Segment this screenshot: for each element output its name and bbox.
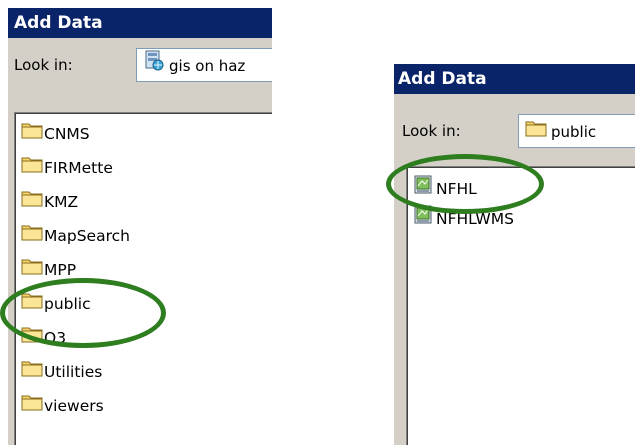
folder-label: KMZ: [44, 192, 79, 211]
dialog-title-bar: Add Data: [394, 64, 635, 94]
network-server-icon: [143, 49, 165, 81]
list-item-folder[interactable]: MPP: [21, 257, 76, 281]
look-in-label: Look in:: [14, 56, 73, 74]
folder-icon: [21, 393, 43, 418]
list-item-folder[interactable]: viewers: [21, 393, 104, 417]
folder-label: MPP: [44, 260, 77, 279]
folder-icon: [21, 359, 43, 384]
folder-label: MapSearch: [44, 226, 130, 245]
folder-icon: [525, 116, 547, 148]
folder-label: Utilities: [44, 362, 103, 381]
folder-icon: [21, 257, 43, 282]
folder-list[interactable]: CNMS FIRMette KMZ MapSearch MPP public Q…: [14, 112, 272, 445]
folder-icon: [21, 155, 43, 180]
look-in-label: Look in:: [402, 122, 461, 140]
folder-label: viewers: [44, 396, 104, 415]
highlight-circle-public: [0, 278, 166, 348]
look-in-value: public: [551, 122, 597, 141]
folder-icon: [21, 121, 43, 146]
list-item-folder[interactable]: FIRMette: [21, 155, 113, 179]
dialog-title-bar: Add Data: [8, 8, 272, 38]
look-in-dropdown[interactable]: gis on haz: [136, 48, 272, 82]
highlight-circle-nfhl: [386, 154, 544, 214]
list-item-folder[interactable]: MapSearch: [21, 223, 130, 247]
dialog-title: Add Data: [14, 13, 103, 33]
add-data-dialog-left: Add Data Look in: gis on haz CNMS FIRMet…: [8, 8, 272, 445]
list-item-folder[interactable]: KMZ: [21, 189, 78, 213]
add-data-dialog-right: Add Data Look in: public NFHL NFHLWMS: [394, 64, 635, 445]
folder-icon: [21, 223, 43, 248]
dialog-title: Add Data: [398, 69, 487, 89]
look-in-dropdown[interactable]: public: [518, 114, 635, 148]
list-item-folder[interactable]: CNMS: [21, 121, 90, 145]
look-in-value: gis on haz: [169, 56, 246, 75]
folder-label: FIRMette: [44, 158, 113, 177]
folder-label: CNMS: [44, 124, 90, 143]
folder-icon: [21, 189, 43, 214]
list-item-folder[interactable]: Utilities: [21, 359, 102, 383]
